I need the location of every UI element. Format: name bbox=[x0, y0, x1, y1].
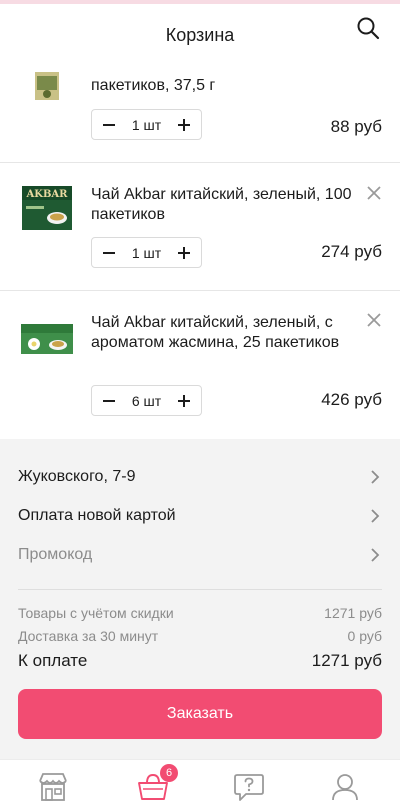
decrease-button[interactable] bbox=[101, 393, 117, 409]
tab-support[interactable] bbox=[232, 770, 266, 804]
package-brand-text: AKBAR bbox=[26, 189, 69, 200]
cart-item: Чай Akbar китайский, зеленый, с ароматом… bbox=[0, 291, 400, 439]
order-button[interactable]: Заказать bbox=[18, 689, 382, 739]
product-price: 426 руб bbox=[321, 390, 382, 409]
decrease-button[interactable] bbox=[101, 245, 117, 261]
close-icon bbox=[367, 313, 381, 327]
delivery-label: Доставка за 30 минут bbox=[18, 628, 159, 644]
cart-item: AKBAR Чай Akbar китайский, зеленый, 100 … bbox=[0, 163, 400, 291]
delivery-value: 0 руб bbox=[347, 628, 382, 644]
minus-icon bbox=[103, 251, 115, 254]
total-row: К оплате 1271 руб bbox=[18, 651, 382, 671]
cart-count-badge: 6 bbox=[160, 764, 178, 782]
app-header: Корзина bbox=[0, 4, 400, 72]
product-name: Чай Akbar китайский, зеленый, с ароматом… bbox=[91, 314, 340, 351]
divider bbox=[18, 589, 382, 590]
remove-item-button[interactable] bbox=[364, 273, 384, 293]
cart-item: пакетиков, 37,5 г 1 шт 88 руб bbox=[0, 72, 400, 163]
payment-method: Оплата новой картой bbox=[18, 506, 176, 524]
minus-icon bbox=[103, 399, 115, 402]
product-name: пакетиков, 37,5 г bbox=[91, 77, 216, 94]
quantity-value: 1 шт bbox=[131, 116, 162, 133]
product-image: AKBAR bbox=[20, 183, 74, 233]
tab-shop[interactable] bbox=[36, 770, 70, 804]
payment-method-row[interactable]: Оплата новой картой bbox=[0, 496, 400, 535]
user-icon bbox=[332, 774, 358, 801]
total-value: 1271 руб bbox=[311, 651, 382, 670]
product-price: 88 руб bbox=[330, 117, 382, 136]
remove-item-button[interactable] bbox=[364, 310, 384, 330]
delivery-address: Жуковского, 7-9 bbox=[18, 467, 136, 485]
page-title: Корзина bbox=[165, 25, 235, 45]
quantity-stepper: 1 шт bbox=[91, 109, 202, 140]
question-bubble-icon bbox=[234, 774, 264, 801]
product-image bbox=[20, 72, 74, 102]
chevron-right-icon bbox=[368, 508, 382, 523]
increase-button[interactable] bbox=[176, 393, 192, 409]
delivery-summary-row: Доставка за 30 минут 0 руб bbox=[18, 628, 382, 644]
close-icon bbox=[367, 186, 381, 200]
minus-icon bbox=[103, 123, 115, 126]
quantity-stepper: 6 шт bbox=[91, 385, 202, 416]
quantity-value: 1 шт bbox=[131, 244, 162, 261]
decrease-button[interactable] bbox=[101, 117, 117, 133]
goods-label: Товары с учётом скидки bbox=[18, 605, 174, 621]
quantity-stepper: 1 шт bbox=[91, 237, 202, 268]
plus-icon bbox=[177, 394, 190, 407]
product-name: Чай Akbar китайский, зеленый, 100 пакети… bbox=[91, 186, 352, 223]
remove-item-button[interactable] bbox=[364, 183, 384, 203]
promo-code-row[interactable]: Промокод bbox=[0, 535, 400, 574]
increase-button[interactable] bbox=[176, 117, 192, 133]
chevron-right-icon bbox=[368, 547, 382, 562]
product-price: 274 руб bbox=[321, 242, 382, 261]
bottom-tab-bar: 6 bbox=[0, 759, 400, 812]
plus-icon bbox=[177, 118, 190, 131]
product-image bbox=[20, 321, 74, 357]
tab-cart[interactable]: 6 bbox=[136, 764, 178, 804]
search-icon bbox=[357, 17, 380, 40]
goods-value: 1271 руб bbox=[324, 605, 382, 621]
search-button[interactable] bbox=[354, 14, 382, 42]
chevron-right-icon bbox=[368, 469, 382, 484]
increase-button[interactable] bbox=[176, 245, 192, 261]
checkout-panel: Жуковского, 7-9 Оплата новой картой Пром… bbox=[0, 439, 400, 759]
storefront-icon bbox=[39, 773, 67, 801]
total-label: К оплате bbox=[18, 651, 88, 670]
delivery-address-row[interactable]: Жуковского, 7-9 bbox=[0, 457, 400, 496]
promo-code-label: Промокод bbox=[18, 545, 93, 563]
quantity-value: 6 шт bbox=[131, 392, 162, 409]
goods-summary-row: Товары с учётом скидки 1271 руб bbox=[18, 605, 382, 621]
plus-icon bbox=[177, 246, 190, 259]
tab-profile[interactable] bbox=[328, 770, 362, 804]
